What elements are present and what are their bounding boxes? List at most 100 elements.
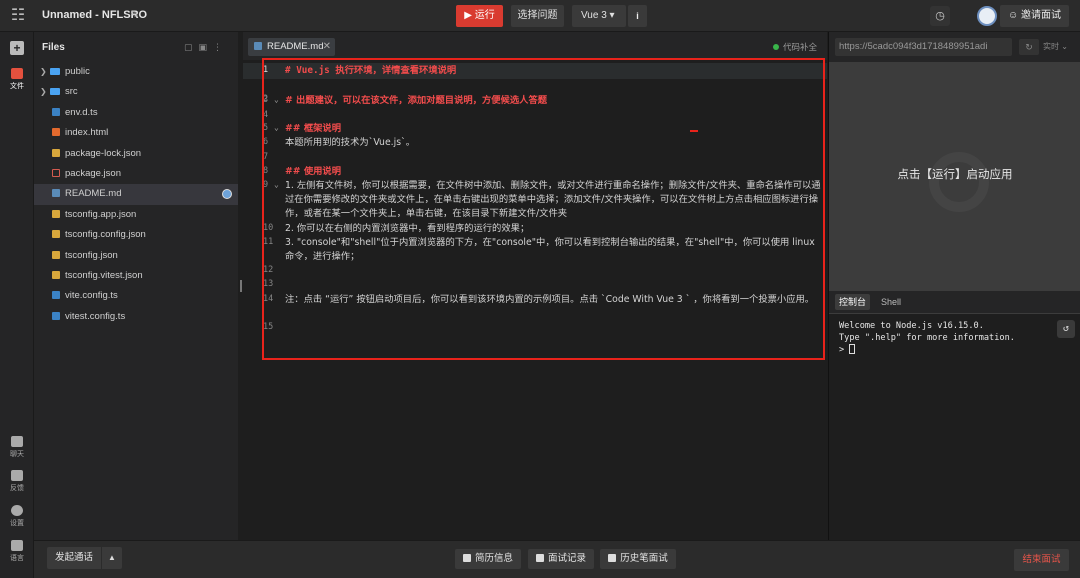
tree-item-vite-config[interactable]: vite.config.ts [34, 286, 238, 306]
more-icon[interactable]: ⋮ [213, 42, 228, 52]
record-icon [535, 554, 544, 562]
preview-mode-select[interactable]: 实时 ⌄ [1043, 39, 1077, 55]
invite-interview-button[interactable]: ☺ 邀请面试 [1000, 5, 1069, 27]
code-line: 1 # Vue.js 执行环境，详情查看环境说明 [243, 63, 827, 79]
json-file-icon [52, 148, 60, 157]
history-label: 历史笔面试 [620, 553, 668, 564]
status-indicator-icon [222, 189, 232, 200]
line-number: 12 [263, 265, 274, 275]
tree-item-package-lock[interactable]: package-lock.json [34, 144, 238, 164]
rail-files-label: 文件 [10, 83, 24, 90]
line-text: ## 使用说明 [285, 166, 342, 177]
rail-files[interactable]: 文件 [0, 68, 34, 91]
tree-item-label: env.d.ts [65, 106, 98, 118]
folder-icon [11, 68, 23, 79]
tree-item-package-json[interactable]: package.json [34, 164, 238, 184]
new-file-icon[interactable]: ▢ [184, 42, 199, 52]
avatar[interactable] [977, 6, 997, 26]
history-button[interactable]: 历史笔面试 [600, 549, 676, 569]
line-number: 13 [263, 279, 274, 289]
info-icon[interactable]: i [628, 5, 647, 27]
caret-up-icon[interactable]: ▲ [102, 547, 122, 569]
tree-item-tsconfig-app[interactable]: tsconfig.app.json [34, 205, 238, 225]
add-icon[interactable]: + [10, 41, 24, 55]
fold-icon[interactable]: ⌄ [274, 95, 279, 104]
console-tab-bar: 控制台 Shell [829, 291, 1080, 313]
reload-icon[interactable]: ↻ [1019, 39, 1039, 55]
tab-shell[interactable]: Shell [877, 294, 905, 310]
tree-item-label: package-lock.json [65, 147, 142, 159]
tree-item-public[interactable]: ❯ public [34, 62, 238, 82]
line-text: 2. 你可以在右侧的内置浏览器中，看到程序的运行的效果； [285, 223, 530, 234]
preview-viewport: 点击【运行】启动应用 [829, 62, 1080, 315]
tree-item-label: README.md [65, 188, 122, 200]
line-number: 7 [263, 152, 269, 162]
tree-item-src[interactable]: ❯ src [34, 82, 238, 102]
code-completion-status[interactable]: 代码补全 [772, 41, 817, 53]
tree-item-index-html[interactable]: index.html [34, 123, 238, 143]
markdown-file-icon [254, 42, 262, 50]
chat-icon [11, 436, 23, 447]
clock-icon[interactable]: ◷ [930, 6, 950, 26]
editor-tab-bar: README.md ✕ 代码补全 [243, 32, 827, 60]
rail-settings[interactable]: 设置 [0, 505, 34, 528]
close-icon[interactable]: ✕ [323, 38, 331, 56]
app-logo-icon[interactable]: ☷ [8, 6, 28, 26]
play-icon: ▶ [464, 10, 472, 21]
start-call-button[interactable]: 发起通话 [47, 547, 101, 569]
tab-readme[interactable]: README.md ✕ [248, 38, 335, 56]
tree-item-tsconfig[interactable]: tsconfig.json [34, 246, 238, 266]
rail-feedback[interactable]: 反馈 [0, 470, 34, 493]
tree-item-label: tsconfig.app.json [65, 208, 137, 220]
edit-title-icon[interactable]: ✎ [130, 8, 139, 21]
mode-label: 实时 [1043, 42, 1059, 51]
code-editor: README.md ✕ 代码补全 1 # Vue.js 执行环境，详情查看环境说… [243, 32, 827, 540]
select-question-button[interactable]: 选择问题 [511, 5, 564, 27]
tree-item-readme[interactable]: README.md [34, 184, 238, 205]
json-file-icon [52, 250, 60, 259]
json-file-icon [52, 209, 60, 218]
activity-rail: + 文件 聊天 反馈 设置 语言 [0, 32, 34, 578]
watermark-logo-icon [929, 152, 989, 212]
preview-message: 点击【运行】启动应用 [897, 169, 1013, 181]
rail-chat[interactable]: 聊天 [0, 436, 34, 459]
folder-icon [50, 68, 60, 75]
resume-button[interactable]: 简历信息 [455, 549, 521, 569]
console-prompt: > [839, 344, 856, 356]
line-text: ## 框架说明 [285, 123, 342, 134]
framework-select[interactable]: Vue 3 ▾ [572, 5, 626, 27]
tab-console[interactable]: 控制台 [835, 294, 871, 310]
html-file-icon [52, 128, 60, 137]
rail-settings-label: 设置 [10, 520, 24, 527]
tree-item-tsconfig-config[interactable]: tsconfig.config.json [34, 225, 238, 245]
tree-item-vitest-config[interactable]: vitest.config.ts [34, 307, 238, 327]
bottom-bar: 发起通话 ▲ 简历信息 面试记录 历史笔面试 结束面试 [34, 540, 1080, 578]
text-cursor [849, 344, 856, 354]
prompt-text: > [839, 345, 850, 355]
language-icon [11, 540, 23, 551]
panel-resize-handle[interactable] [240, 280, 242, 292]
preview-url-input[interactable]: https://5cadc094f3d1718489951adi [835, 38, 1012, 56]
fold-icon[interactable]: ⌄ [274, 180, 279, 189]
tree-item-label: public [65, 66, 90, 77]
tree-item-label: src [65, 86, 78, 98]
line-text: 3. "console"和"shell"位于内置浏览器的下方，在"console… [285, 237, 815, 263]
new-folder-icon[interactable]: ▣ [198, 42, 213, 52]
gear-icon [11, 505, 23, 516]
editor-text-area[interactable]: 1 # Vue.js 执行环境，详情查看环境说明 2 3 ⌄ # 出题建议，可以… [243, 61, 827, 540]
line-number: 1 [263, 65, 269, 75]
interview-record-button[interactable]: 面试记录 [528, 549, 594, 569]
clear-console-icon[interactable]: ↺ [1057, 320, 1075, 338]
rail-language[interactable]: 语言 [0, 540, 34, 563]
completion-label: 代码补全 [782, 42, 817, 52]
tree-item-tsconfig-vitest[interactable]: tsconfig.vitest.json [34, 266, 238, 286]
console-output[interactable]: Welcome to Node.js v16.15.0. Type ".help… [829, 314, 1080, 540]
fold-icon[interactable]: ⌄ [274, 123, 279, 132]
tree-item-env-d-ts[interactable]: env.d.ts [34, 103, 238, 123]
line-text: 本题所用到的技术为`Vue.js`。 [285, 137, 415, 148]
person-add-icon: ☺ [1008, 10, 1019, 21]
run-button[interactable]: ▶ 运行 [456, 5, 503, 27]
chevron-right-icon: ❯ [40, 67, 47, 76]
end-interview-button[interactable]: 结束面试 [1014, 549, 1069, 571]
caret-down-icon: ▾ [609, 10, 615, 21]
